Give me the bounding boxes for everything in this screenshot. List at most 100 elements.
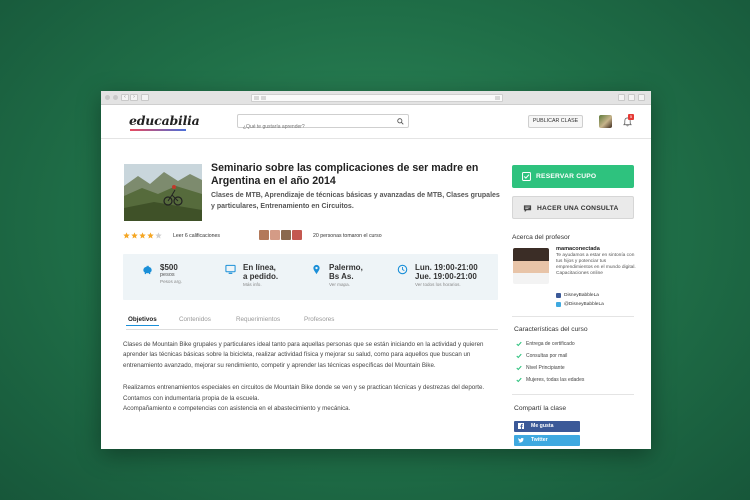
piggy-bank-icon (143, 265, 152, 275)
user-avatar[interactable] (599, 115, 612, 128)
twitter-share-label: Twitter (531, 437, 548, 443)
ratings-link[interactable]: Leer 6 calificaciones (173, 233, 220, 239)
forward-button[interactable]: › (130, 94, 138, 101)
professor-facebook[interactable]: DisneyBabbleLa (556, 293, 599, 298)
star-icon (147, 232, 154, 239)
schedule-line-1: Lun. 19:00-21:00 (415, 263, 478, 272)
star-icon (139, 232, 146, 239)
tab-requerimientos[interactable]: Requerimientos (236, 316, 280, 323)
divider (512, 394, 634, 395)
students-count: 20 personas tomaron el curso (313, 233, 382, 239)
student-avatars (259, 230, 302, 240)
share-heading: Compartí la clase (514, 405, 567, 412)
map-link[interactable]: Ver mapa. (329, 282, 363, 287)
description-line: Acompañamiento e competencias con asiste… (123, 405, 351, 413)
professor-bio: Te ayudamos a estar en sintonía con tus … (556, 253, 636, 276)
location-cell: Palermo, Bs As. Ver mapa. (329, 263, 363, 287)
twitter-icon (556, 302, 561, 307)
feature-item: Mujeres, todas las edades (516, 377, 584, 383)
mode-value: En línea, (243, 263, 276, 272)
download-button[interactable] (638, 94, 645, 101)
urlbar-control (261, 96, 266, 100)
feature-label: Mujeres, todas las edades (526, 377, 585, 383)
feature-label: Nivel Principiante (526, 365, 565, 371)
browser-chrome: ‹ › (101, 91, 651, 105)
facebook-like-button[interactable]: Me gusta (514, 421, 580, 432)
mode-more-link[interactable]: Más info. (243, 282, 278, 287)
logo[interactable]: educabilia (129, 113, 200, 128)
tab-contenidos[interactable]: Contenidos (179, 316, 211, 323)
tab-profesores[interactable]: Profesores (304, 316, 334, 323)
sidebar-toggle-button[interactable] (141, 94, 149, 101)
clock-icon (397, 264, 408, 275)
feature-item: Entrega de certificado (516, 341, 575, 347)
professor-heading: Acerca del profesor (512, 234, 570, 241)
reserve-button-label: RESERVAR CUPO (536, 173, 597, 180)
feature-item: Nivel Principiante (516, 365, 565, 371)
notification-badge: 5 (628, 114, 634, 120)
contact-button[interactable]: HACER UNA CONSULTA (512, 196, 634, 219)
feature-label: Entrega de certificado (526, 341, 575, 347)
student-avatar[interactable] (270, 230, 280, 240)
price-value: $500 (160, 263, 178, 272)
close-dot[interactable] (105, 95, 110, 100)
check-icon (516, 365, 522, 371)
all-schedules-link[interactable]: Ver todos los horarios. (415, 282, 478, 287)
course-thumbnail (124, 164, 202, 221)
course-subtitle: Clases de MTB, Aprendizaje de técnicas b… (211, 192, 500, 210)
search-input[interactable] (238, 121, 388, 133)
description-paragraph: Clases de Mountain Bike grupales y parti… (123, 341, 484, 369)
urlbar-control (254, 96, 259, 100)
divider (512, 316, 634, 317)
logo-underline (130, 129, 186, 131)
back-button[interactable]: ‹ (121, 94, 129, 101)
description-line: Contamos con indumentaria propia de la e… (123, 394, 260, 402)
browser-actions (618, 94, 645, 101)
address-bar[interactable] (251, 94, 503, 102)
course-tabs: Objetivos Contenidos Requerimientos Prof… (126, 316, 498, 330)
schedule-line-2: Jue. 19:00-21:00 (415, 272, 477, 281)
price-currency: Pesos arg. (160, 279, 182, 284)
twitter-share-button[interactable]: Twitter (514, 435, 580, 446)
facebook-like-label: Me gusta (531, 423, 554, 429)
star-icon (131, 232, 138, 239)
location-value: Palermo, (329, 263, 363, 272)
star-empty-icon (155, 232, 162, 239)
course-description: Clases de Mountain Bike grupales y parti… (123, 340, 493, 414)
contact-button-label: HACER UNA CONSULTA (537, 205, 619, 212)
professor-photo[interactable] (513, 248, 549, 284)
publish-class-button[interactable]: PUBLICAR CLASE (528, 115, 583, 128)
student-avatar[interactable] (281, 230, 291, 240)
feature-item: Consultas por mail (516, 353, 567, 359)
facebook-handle: DisneyBabbleLa (564, 293, 599, 298)
student-avatar[interactable] (259, 230, 269, 240)
description-line: Realizamos entrenamientos especiales en … (123, 384, 485, 392)
student-avatar[interactable] (292, 230, 302, 240)
professor-twitter[interactable]: @DisneyBabbleLa (556, 302, 604, 307)
course-info-band: $500 pesos Pesos arg. En línea, a pedido… (123, 254, 498, 300)
feature-label: Consultas por mail (526, 353, 568, 359)
location-value-2: Bs As. (329, 272, 354, 281)
facebook-icon (556, 293, 561, 298)
search-icon[interactable] (397, 118, 404, 125)
chat-icon (523, 205, 532, 213)
search-box[interactable] (237, 114, 409, 133)
checkbox-icon (522, 172, 531, 181)
reload-icon[interactable] (495, 96, 500, 100)
star-icon (123, 232, 130, 239)
mode-value-2: a pedido. (243, 272, 279, 281)
check-icon (516, 353, 522, 359)
reserve-button[interactable]: RESERVAR CUPO (512, 165, 634, 188)
professor-name[interactable]: mamaconectada (556, 246, 600, 252)
tabs-button[interactable] (628, 94, 635, 101)
share-button[interactable] (618, 94, 625, 101)
twitter-bird-icon (518, 437, 524, 443)
schedule-cell: Lun. 19:00-21:00 Jue. 19:00-21:00 Ver to… (415, 263, 478, 287)
price-cell: $500 pesos Pesos arg. (160, 263, 182, 284)
tab-objetivos[interactable]: Objetivos (126, 316, 159, 326)
check-icon (516, 341, 522, 347)
check-icon (516, 377, 522, 383)
minimize-dot[interactable] (113, 95, 118, 100)
facebook-icon (518, 423, 524, 429)
site-header: educabilia PUBLICAR CLASE 5 (101, 105, 651, 139)
